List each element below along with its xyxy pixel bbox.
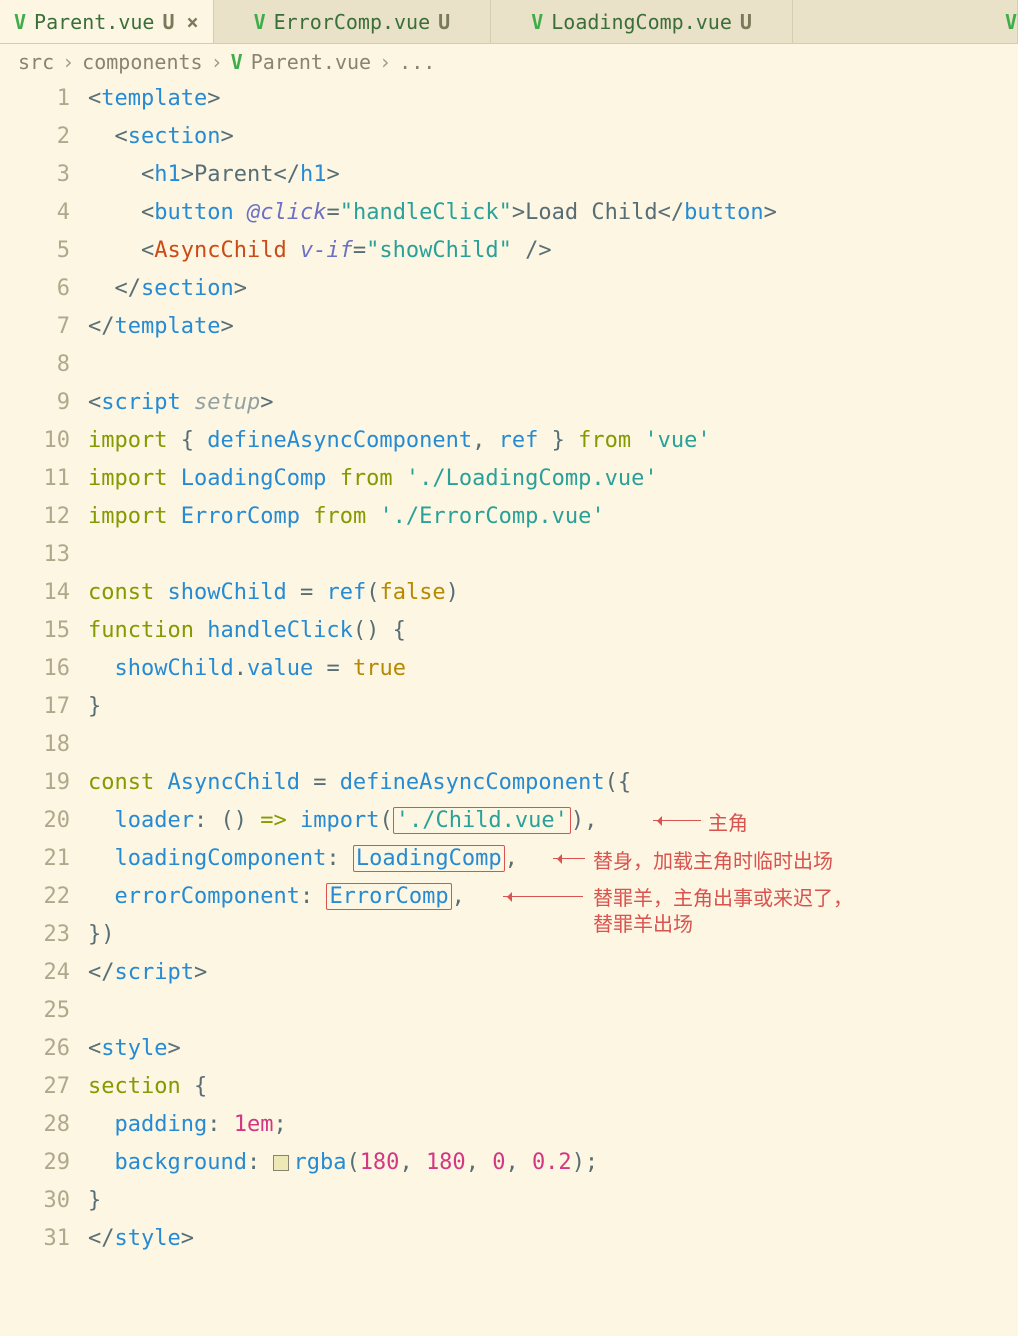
annotation-arrow [503,896,583,897]
code-line [88,726,1018,764]
breadcrumb-more[interactable]: ... [399,50,435,74]
code-line: import { defineAsyncComponent, ref } fro… [88,422,1018,460]
code-line: errorComponent: ErrorComp, [88,878,1018,916]
breadcrumb-segment[interactable]: components [82,50,202,74]
code-line: <section> [88,118,1018,156]
code-line: </script> [88,954,1018,992]
code-line: showChild.value = true [88,650,1018,688]
code-line: const AsyncChild = defineAsyncComponent(… [88,764,1018,802]
tab-label: Parent.vue [34,10,154,34]
code-line: } [88,688,1018,726]
code-line [88,346,1018,384]
chevron-right-icon: › [211,50,223,74]
chevron-right-icon: › [379,50,391,74]
color-swatch-icon [273,1155,289,1171]
tab-parent-vue[interactable]: V Parent.vue U × [0,0,214,43]
code-line: function handleClick() { [88,612,1018,650]
annotation-label: 替罪羊出场 [593,908,693,937]
line-number-gutter: 123 456 789 101112 131415 161718 192021 … [0,80,88,1258]
code-line: import LoadingComp from './LoadingComp.v… [88,460,1018,498]
code-line: </template> [88,308,1018,346]
code-line: <template> [88,80,1018,118]
tab-modified-indicator: U [438,10,450,34]
code-line: loader: () => import('./Child.vue'), [88,802,1018,840]
tab-modified-indicator: U [740,10,752,34]
annotation-label: 替身，加载主角时临时出场 [593,845,833,874]
code-line: </style> [88,1220,1018,1258]
code-line: <style> [88,1030,1018,1068]
breadcrumb: src › components › V Parent.vue › ... [0,44,1018,80]
vue-icon: V [1005,10,1017,34]
annotation-arrow [553,858,585,859]
code-area[interactable]: <template> <section> <h1>Parent</h1> <bu… [88,80,1018,1258]
chevron-right-icon: › [62,50,74,74]
annotation-label: 替罪羊，主角出事或来迟了， [593,882,853,911]
breadcrumb-segment[interactable]: Parent.vue [251,50,371,74]
code-line: </section> [88,270,1018,308]
annotation-label: 主角 [708,807,748,836]
code-line: } [88,1182,1018,1220]
code-line [88,536,1018,574]
code-line: <button @click="handleClick">Load Child<… [88,194,1018,232]
vue-icon: V [531,10,543,34]
tab-errorcomp-vue[interactable]: V ErrorComp.vue U [214,0,492,43]
tab-overflow[interactable]: V [793,0,1018,43]
code-line: }) [88,916,1018,954]
code-line: section { [88,1068,1018,1106]
code-editor[interactable]: 123 456 789 101112 131415 161718 192021 … [0,80,1018,1258]
tab-label: LoadingComp.vue [551,10,732,34]
tab-modified-indicator: U [162,10,174,34]
tab-label: ErrorComp.vue [274,10,431,34]
code-line [88,992,1018,1030]
tab-loadingcomp-vue[interactable]: V LoadingComp.vue U [491,0,793,43]
code-line: background: rgba(180, 180, 0, 0.2); [88,1144,1018,1182]
vue-icon: V [231,50,243,74]
vue-icon: V [14,10,26,34]
code-line: <AsyncChild v-if="showChild" /> [88,232,1018,270]
code-line: const showChild = ref(false) [88,574,1018,612]
breadcrumb-segment[interactable]: src [18,50,54,74]
code-line: import ErrorComp from './ErrorComp.vue' [88,498,1018,536]
code-line: padding: 1em; [88,1106,1018,1144]
code-line: <script setup> [88,384,1018,422]
code-line: <h1>Parent</h1> [88,156,1018,194]
close-icon[interactable]: × [187,10,199,34]
vue-icon: V [254,10,266,34]
tab-bar: V Parent.vue U × V ErrorComp.vue U V Loa… [0,0,1018,44]
annotation-arrow [653,820,701,821]
